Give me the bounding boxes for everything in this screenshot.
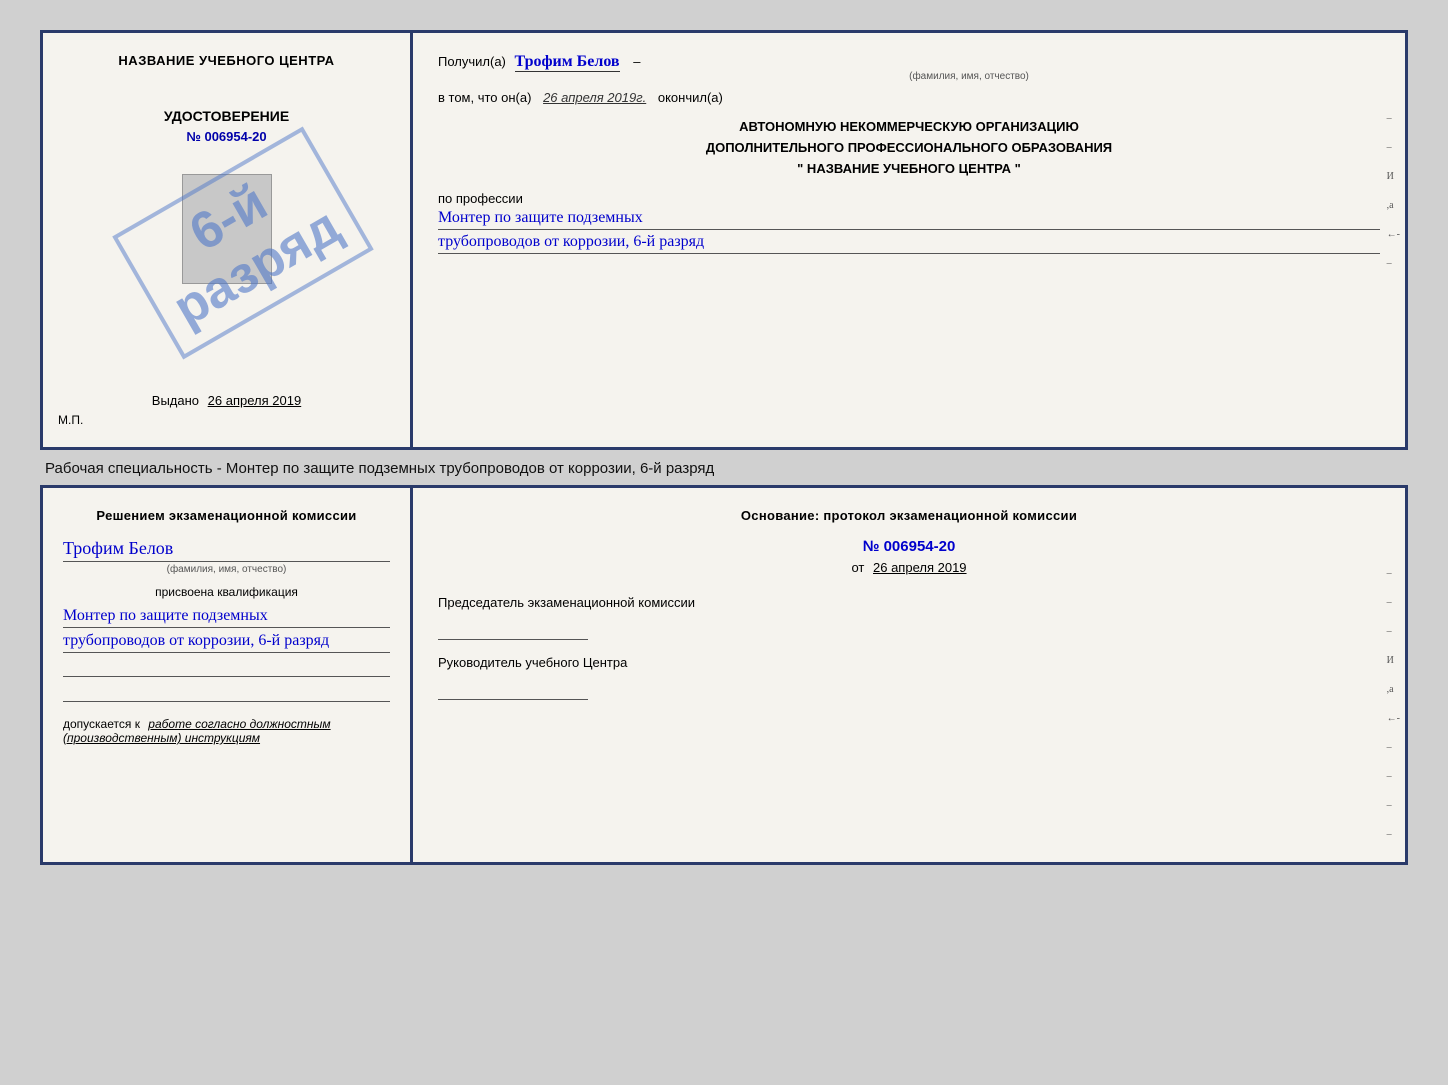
person-block-bottom: Трофим Белов (фамилия, имя, отчество) [63, 538, 390, 575]
photo-placeholder [182, 174, 272, 284]
qualification-hw-2: трубопроводов от коррозии, 6-й разряд [63, 632, 390, 653]
receiver-name: Трофим Белов [515, 53, 620, 72]
side-marks-bottom: – – – И ,а ←- – – – – [1387, 568, 1400, 840]
profession-hw-2: трубопроводов от коррозии, 6-й разряд [438, 233, 1380, 254]
assigned-label: присвоена квалификация [63, 585, 390, 599]
allowed-text: допускается к работе согласно должностны… [63, 717, 390, 745]
profession-hw-1: Монтер по защите подземных [438, 209, 1380, 230]
commission-chair-label: Председатель экзаменационной комиссии [438, 595, 1380, 610]
profession-label: по профессии [438, 191, 1380, 206]
basis-label: Основание: протокол экзаменационной коми… [438, 508, 1380, 523]
mp-label: М.П. [58, 413, 83, 427]
blank-line-2 [63, 682, 390, 702]
protocol-number: № 006954-20 [438, 538, 1380, 555]
certificate-bottom: Решением экзаменационной комиссии Трофим… [40, 485, 1408, 865]
org-block: АВТОНОМНУЮ НЕКОММЕРЧЕСКУЮ ОРГАНИЗАЦИЮ ДО… [438, 117, 1380, 179]
date-line: в том, что он(а) 26 апреля 2019г. окончи… [438, 90, 1380, 105]
cert-number: № 006954-20 [186, 129, 266, 144]
decision-text: Решением экзаменационной комиссии [63, 508, 390, 523]
cert-bottom-left: Решением экзаменационной комиссии Трофим… [43, 488, 413, 862]
side-marks-top: – – И ,а ←- – [1387, 113, 1400, 269]
date-handwritten: 26 апреля 2019г. [543, 90, 646, 105]
caption-text: Рабочая специальность - Монтер по защите… [45, 460, 1403, 477]
cert-top-left: НАЗВАНИЕ УЧЕБНОГО ЦЕНТРА 6-й разряд УДОС… [43, 33, 413, 447]
cert-label: УДОСТОВЕРЕНИЕ [164, 108, 289, 124]
issued-line: Выдано 26 апреля 2019 [152, 373, 301, 408]
qualification-hw-1: Монтер по защите подземных [63, 607, 390, 628]
from-date: от 26 апреля 2019 [438, 560, 1380, 575]
head-label: Руководитель учебного Центра [438, 655, 1380, 670]
issued-date-value: 26 апреля 2019 [208, 393, 302, 408]
page-wrapper: НАЗВАНИЕ УЧЕБНОГО ЦЕНТРА 6-й разряд УДОС… [20, 20, 1428, 875]
blank-line-1 [63, 657, 390, 677]
person-name-hw: Трофим Белов [63, 538, 390, 562]
signature-line-chair [438, 615, 588, 640]
from-date-value: 26 апреля 2019 [873, 560, 967, 575]
name-subtitle-top: (фамилия, имя, отчество) [558, 71, 1380, 82]
received-line: Получил(а) Трофим Белов – (фамилия, имя,… [438, 53, 1380, 82]
cert-bottom-right: Основание: протокол экзаменационной коми… [413, 488, 1405, 862]
org-name-top: НАЗВАНИЕ УЧЕБНОГО ЦЕНТРА [118, 53, 334, 68]
name-subtitle-bottom: (фамилия, имя, отчество) [63, 564, 390, 575]
signature-line-head [438, 675, 588, 700]
cert-top-right: Получил(а) Трофим Белов – (фамилия, имя,… [413, 33, 1405, 447]
certificate-top: НАЗВАНИЕ УЧЕБНОГО ЦЕНТРА 6-й разряд УДОС… [40, 30, 1408, 450]
